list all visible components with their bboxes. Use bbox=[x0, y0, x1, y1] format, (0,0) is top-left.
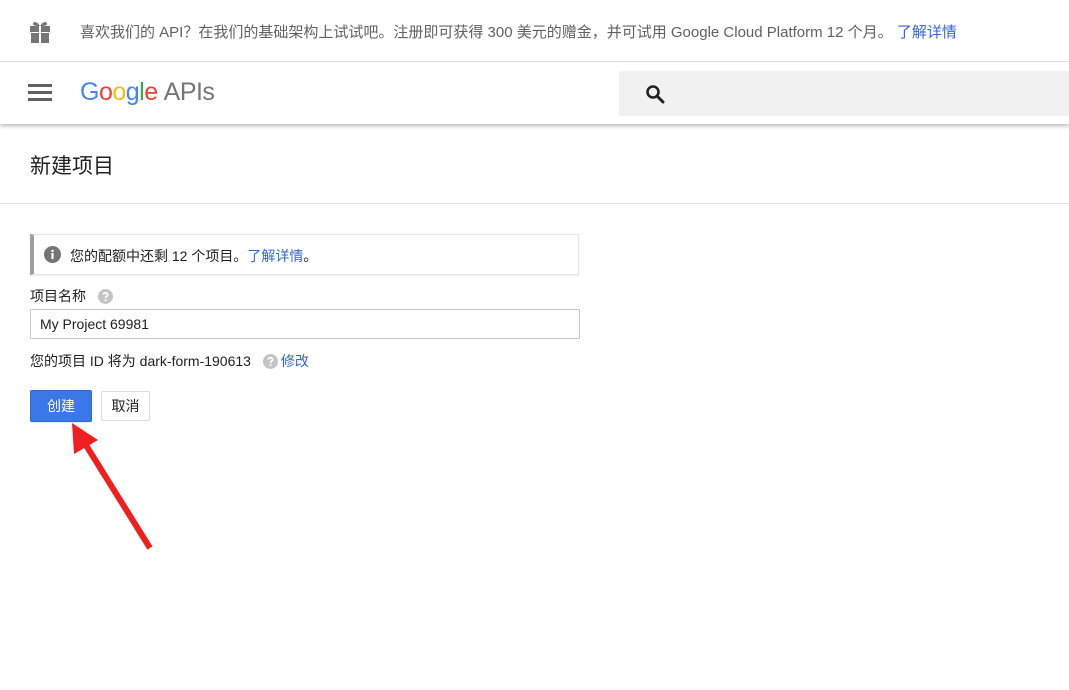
project-id-line: 您的项目 ID 将为 dark-form-190613 修改 bbox=[30, 351, 309, 371]
logo-suffix: APIs bbox=[163, 78, 215, 106]
quota-learn-more-link[interactable]: 了解详情 bbox=[247, 248, 303, 264]
logo-letter: o bbox=[98, 78, 113, 106]
search-icon[interactable] bbox=[645, 84, 665, 104]
hamburger-menu-icon[interactable] bbox=[28, 84, 52, 102]
quota-trailing: 。 bbox=[303, 248, 318, 264]
cancel-button[interactable]: 取消 bbox=[101, 391, 150, 421]
search-bar[interactable] bbox=[619, 71, 1069, 118]
logo-letter: o bbox=[112, 78, 126, 106]
logo-letter: g bbox=[125, 78, 140, 106]
project-name-input[interactable] bbox=[30, 309, 580, 339]
google-apis-logo[interactable]: Google APIs bbox=[80, 78, 215, 107]
promo-text: 喜欢我们的 API？在我们的基础架构上试试吧。注册即可获得 300 美元的赠金，… bbox=[80, 21, 957, 42]
info-icon bbox=[44, 246, 61, 263]
app-header: Google APIs bbox=[0, 62, 1069, 124]
project-name-label: 项目名称 bbox=[30, 286, 113, 306]
title-divider bbox=[0, 203, 1069, 204]
quota-text: 您的配额中还剩 12 个项目。了解详情。 bbox=[70, 246, 317, 266]
help-icon[interactable] bbox=[262, 354, 278, 369]
promo-learn-more-link[interactable]: 了解详情 bbox=[897, 24, 957, 41]
edit-project-id-link[interactable]: 修改 bbox=[281, 353, 309, 369]
logo-letter: e bbox=[144, 78, 158, 106]
project-name-label-text: 项目名称 bbox=[30, 288, 86, 304]
annotation-arrow-icon bbox=[72, 423, 153, 550]
create-button[interactable]: 创建 bbox=[30, 390, 92, 422]
project-id-text: 您的项目 ID 将为 dark-form-190613 bbox=[30, 353, 251, 369]
search-input[interactable] bbox=[679, 71, 1063, 118]
quota-notice: 您的配额中还剩 12 个项目。了解详情。 bbox=[30, 234, 579, 275]
logo-letter: G bbox=[80, 78, 99, 106]
help-icon[interactable] bbox=[97, 289, 113, 304]
page-title: 新建项目 bbox=[30, 155, 114, 178]
promo-message: 喜欢我们的 API？在我们的基础架构上试试吧。注册即可获得 300 美元的赠金，… bbox=[80, 24, 893, 41]
gift-icon bbox=[30, 21, 50, 43]
quota-message: 您的配额中还剩 12 个项目。 bbox=[70, 248, 248, 264]
promo-banner: 喜欢我们的 API？在我们的基础架构上试试吧。注册即可获得 300 美元的赠金，… bbox=[0, 0, 1069, 62]
